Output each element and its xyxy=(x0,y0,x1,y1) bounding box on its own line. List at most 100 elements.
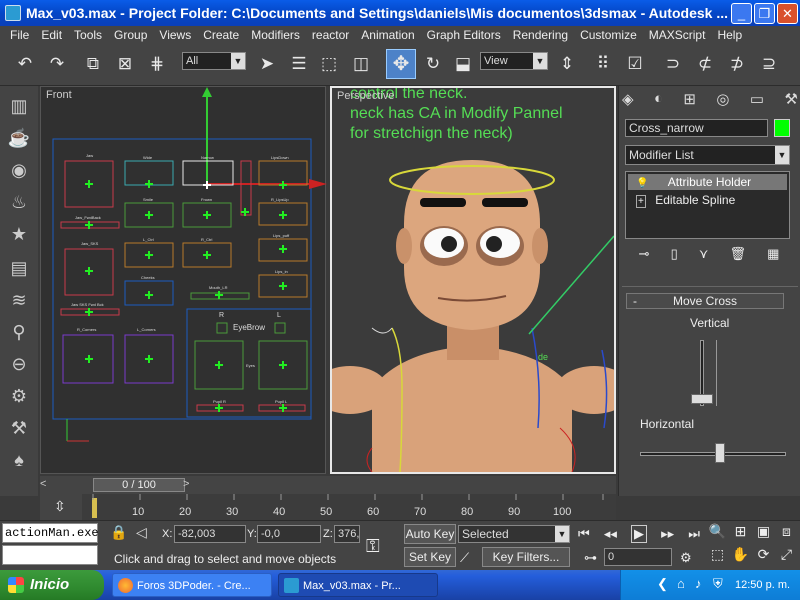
task-firefox[interactable]: Foros 3DPoder. - Cre... xyxy=(112,573,272,597)
time-slider-thumb[interactable]: 0 / 100 xyxy=(93,478,185,492)
light-icon[interactable]: ♨ xyxy=(7,190,31,214)
menu-tools[interactable]: Tools xyxy=(68,28,108,42)
maxscript-listener-field[interactable]: actionMan.exe xyxy=(2,523,99,543)
selection-filter-dropdown[interactable]: All ▼ xyxy=(182,52,246,70)
zoom-all-icon[interactable]: ⊞ xyxy=(729,523,752,546)
select-by-name-icon[interactable]: ☰ xyxy=(288,52,310,76)
remove-modifier-icon[interactable]: 🗑 xyxy=(729,246,746,266)
menu-customize[interactable]: Customize xyxy=(574,28,643,42)
go-to-end-icon[interactable]: ⏭ xyxy=(688,526,700,542)
zoom-icon[interactable]: 🔍 xyxy=(706,523,729,546)
time-configuration-icon[interactable]: ⚙ xyxy=(680,550,692,566)
menu-group[interactable]: Group xyxy=(108,28,153,42)
redo-icon[interactable]: ↷ xyxy=(46,52,68,76)
z-coordinate-field[interactable]: 376, xyxy=(334,525,360,543)
prev-key-icon[interactable]: ◂◂ xyxy=(604,526,617,542)
hierarchy-tab-icon[interactable]: ⊞ xyxy=(683,90,696,112)
menu-maxscript[interactable]: MAXScript xyxy=(643,28,712,42)
select-link-icon[interactable]: ⧉ xyxy=(82,52,104,76)
pin-stack-icon[interactable]: ⊸ xyxy=(639,246,650,266)
minimize-button[interactable]: _ xyxy=(731,3,752,24)
maximize-button[interactable]: ❐ xyxy=(754,3,775,24)
reference-coordinate-dropdown[interactable]: View ▼ xyxy=(480,52,548,70)
key-filters-button[interactable]: Key Filters... xyxy=(482,547,570,567)
display-tab-icon[interactable]: ▭ xyxy=(750,90,764,112)
volume-icon[interactable]: ♪ xyxy=(695,576,702,591)
angle-snap-icon[interactable]: ⊃ xyxy=(662,52,684,76)
maxscript-output-field[interactable] xyxy=(2,545,98,565)
motion-tab-icon[interactable]: ◎ xyxy=(716,90,729,112)
make-unique-icon[interactable]: ⋎ xyxy=(699,246,709,266)
lock-icon[interactable]: 🔒 xyxy=(110,524,127,541)
absolute-mode-icon[interactable]: ◁ xyxy=(136,524,147,541)
cloth-icon[interactable]: ♠ xyxy=(7,448,31,472)
star-shape-icon[interactable]: ★ xyxy=(7,222,31,246)
y-coordinate-field[interactable]: -0,0 xyxy=(257,525,321,543)
next-key-icon[interactable]: ▸▸ xyxy=(661,526,674,542)
track-bar[interactable]: ⇳ 10 20 30 40 50 60 70 80 90 100 xyxy=(40,494,616,520)
rectangular-selection-icon[interactable]: ⬚ xyxy=(318,52,340,76)
utilities-tab-icon[interactable]: ⚒ xyxy=(785,90,798,112)
auto-key-button[interactable]: Auto Key xyxy=(404,524,456,544)
keyboard-shortcut-override-icon[interactable]: ⠿ xyxy=(592,52,614,76)
menu-modifiers[interactable]: Modifiers xyxy=(245,28,306,42)
hierarchy-icon[interactable]: ▥ xyxy=(7,94,31,118)
snaps-toggle-icon[interactable]: ☑ xyxy=(624,52,646,76)
create-tab-icon[interactable]: ◈ xyxy=(622,90,634,112)
menu-views[interactable]: Views xyxy=(153,28,197,42)
menu-edit[interactable]: Edit xyxy=(35,28,68,42)
modifier-list-dropdown[interactable]: Modifier List ▼ xyxy=(625,145,790,165)
default-tangent-icon[interactable]: ⟋ xyxy=(460,550,469,566)
configure-sets-icon[interactable]: ▦ xyxy=(767,246,779,266)
menu-reactor[interactable]: reactor xyxy=(306,28,355,42)
orbit-icon[interactable]: ⟳ xyxy=(752,546,775,569)
gear-icon[interactable]: ⚙ xyxy=(7,384,31,408)
network-icon[interactable]: ⌂ xyxy=(677,576,685,591)
zoom-extents-all-icon[interactable]: ⧈ xyxy=(775,523,798,546)
security-icon[interactable]: ⛨ xyxy=(713,576,723,592)
select-and-move-icon[interactable]: ✥ xyxy=(386,49,416,79)
pan-icon[interactable]: ✋ xyxy=(729,546,752,569)
undo-icon[interactable]: ↶ xyxy=(14,52,36,76)
maximize-viewport-icon[interactable]: ⤢ xyxy=(775,546,798,569)
key-mode-dropdown[interactable]: Selected ▼ xyxy=(458,525,570,543)
edit-named-selection-icon[interactable]: ⊇ xyxy=(758,52,780,76)
window-crossing-icon[interactable]: ◫ xyxy=(350,52,372,76)
mini-curve-editor-icon[interactable]: ⇳ xyxy=(54,498,66,515)
current-frame-field[interactable]: 0 xyxy=(604,548,672,566)
select-object-icon[interactable]: ➤ xyxy=(256,52,278,76)
play-icon[interactable]: ▶ xyxy=(630,525,647,543)
horizontal-slider-track[interactable] xyxy=(640,452,786,456)
bind-space-warp-icon[interactable]: ⋕ xyxy=(146,52,168,76)
utilities-icon[interactable]: ⚒ xyxy=(7,416,31,440)
object-name-field[interactable]: Cross_narrow xyxy=(625,119,768,137)
set-key-button[interactable]: Set Key xyxy=(404,547,456,567)
stack-item-editable-spline[interactable]: + Editable Spline xyxy=(628,192,787,208)
zoom-extents-icon[interactable]: ▣ xyxy=(752,523,775,546)
key-mode-toggle-icon[interactable]: ⊶ xyxy=(584,550,597,566)
percent-snap-icon[interactable]: ⊄ xyxy=(694,52,716,76)
key-icon[interactable]: ⚿ xyxy=(366,536,380,557)
perspective-viewport[interactable]: Perspective control the neck. neck has C… xyxy=(330,86,616,474)
object-color-swatch[interactable] xyxy=(774,119,790,137)
horizontal-slider-thumb[interactable] xyxy=(715,443,726,463)
task-3dsmax[interactable]: Max_v03.max - Pr... xyxy=(278,573,438,597)
pivot-center-icon[interactable]: ⇕ xyxy=(556,52,578,76)
magnet-icon[interactable]: ⊖ xyxy=(7,352,31,376)
menu-rendering[interactable]: Rendering xyxy=(507,28,574,42)
menu-help[interactable]: Help xyxy=(711,28,748,42)
spring-icon[interactable]: ≋ xyxy=(7,288,31,312)
tray-expand-icon[interactable]: ❮ xyxy=(657,576,668,592)
menu-create[interactable]: Create xyxy=(197,28,245,42)
menu-animation[interactable]: Animation xyxy=(355,28,420,42)
perspective-viewport-label[interactable]: Perspective xyxy=(337,90,394,102)
select-and-rotate-icon[interactable]: ↻ xyxy=(422,52,444,76)
vertical-slider-thumb[interactable] xyxy=(691,394,713,405)
spinner-snap-icon[interactable]: ⊅ xyxy=(726,52,748,76)
menu-graph-editors[interactable]: Graph Editors xyxy=(421,28,507,42)
teapot-icon[interactable]: ☕ xyxy=(7,126,31,150)
menu-file[interactable]: File xyxy=(4,28,35,42)
app-icon[interactable] xyxy=(5,5,21,21)
clock[interactable]: 12:50 p. m. xyxy=(735,579,790,591)
start-button[interactable]: Inicio xyxy=(0,570,104,600)
